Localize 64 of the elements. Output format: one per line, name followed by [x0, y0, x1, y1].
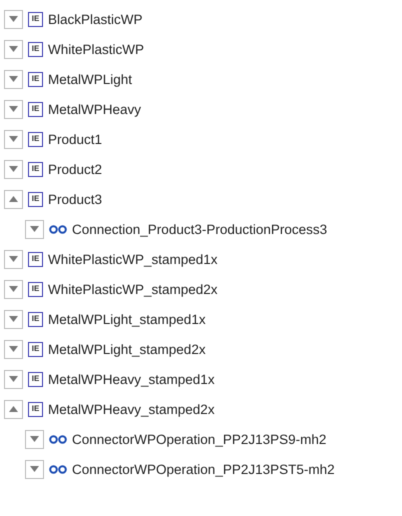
element-icon: IE: [28, 372, 43, 386]
expand-toggle[interactable]: [4, 370, 23, 388]
caret-icon: [30, 466, 39, 472]
tree-item-label[interactable]: Product2: [48, 162, 102, 176]
expand-toggle[interactable]: [4, 10, 23, 28]
tree-item-label[interactable]: MetalWPHeavy_stamped1x: [48, 372, 215, 386]
tree-item-label[interactable]: WhitePlasticWP: [48, 42, 144, 56]
tree-item-label[interactable]: Connection_Product3-ProductionProcess3: [72, 222, 328, 236]
expand-toggle[interactable]: [4, 250, 23, 268]
link-icon: [49, 464, 67, 474]
caret-icon: [9, 166, 18, 172]
caret-icon: [9, 346, 18, 352]
expand-toggle[interactable]: [4, 280, 23, 298]
element-icon: IE: [28, 42, 43, 56]
link-icon: [49, 434, 67, 444]
expand-toggle[interactable]: [25, 430, 44, 448]
caret-icon: [9, 256, 18, 262]
element-icon: IE: [28, 252, 43, 266]
tree-item-label[interactable]: WhitePlasticWP_stamped2x: [48, 282, 218, 296]
element-icon: IE: [28, 342, 43, 356]
expand-toggle[interactable]: [4, 340, 23, 358]
expand-toggle[interactable]: [4, 40, 23, 58]
link-icon: [49, 224, 67, 234]
expand-toggle[interactable]: [4, 400, 23, 418]
caret-icon: [9, 286, 18, 292]
element-icon: IE: [28, 132, 43, 146]
element-icon: IE: [28, 102, 43, 116]
caret-icon: [9, 316, 18, 322]
tree-item-label[interactable]: MetalWPLight_stamped2x: [48, 342, 206, 356]
caret-icon: [9, 136, 18, 142]
expand-toggle[interactable]: [25, 220, 44, 238]
caret-icon: [30, 226, 39, 232]
tree-item-label[interactable]: MetalWPLight_stamped1x: [48, 312, 206, 326]
tree-item-label[interactable]: Product3: [48, 192, 102, 206]
tree-item-label[interactable]: ConnectorWPOperation_PP2J13PS9-mh2: [72, 432, 326, 446]
tree-item-label[interactable]: ConnectorWPOperation_PP2J13PST5-mh2: [72, 462, 335, 476]
caret-icon: [9, 376, 18, 382]
tree-item-label[interactable]: MetalWPLight: [48, 72, 132, 86]
element-icon: IE: [28, 12, 43, 26]
expand-toggle[interactable]: [4, 160, 23, 178]
caret-icon: [9, 46, 18, 52]
caret-icon: [9, 406, 18, 412]
tree-item-label[interactable]: Product1: [48, 132, 102, 146]
expand-toggle[interactable]: [4, 130, 23, 148]
tree-item-label[interactable]: MetalWPHeavy_stamped2x: [48, 402, 215, 416]
caret-icon: [9, 106, 18, 112]
tree-item-label[interactable]: WhitePlasticWP_stamped1x: [48, 252, 218, 266]
expand-toggle[interactable]: [4, 310, 23, 328]
caret-icon: [9, 76, 18, 82]
tree-item-label[interactable]: BlackPlasticWP: [48, 12, 143, 26]
element-icon: IE: [28, 72, 43, 86]
caret-icon: [9, 196, 18, 202]
element-icon: IE: [28, 162, 43, 176]
expand-toggle[interactable]: [25, 460, 44, 478]
element-icon: IE: [28, 282, 43, 296]
tree-item-label[interactable]: MetalWPHeavy: [48, 102, 142, 116]
caret-icon: [30, 436, 39, 442]
expand-toggle[interactable]: [4, 190, 23, 208]
expand-toggle[interactable]: [4, 70, 23, 88]
element-icon: IE: [28, 312, 43, 326]
element-icon: IE: [28, 192, 43, 206]
expand-toggle[interactable]: [4, 100, 23, 118]
caret-icon: [9, 16, 18, 22]
element-icon: IE: [28, 402, 43, 416]
